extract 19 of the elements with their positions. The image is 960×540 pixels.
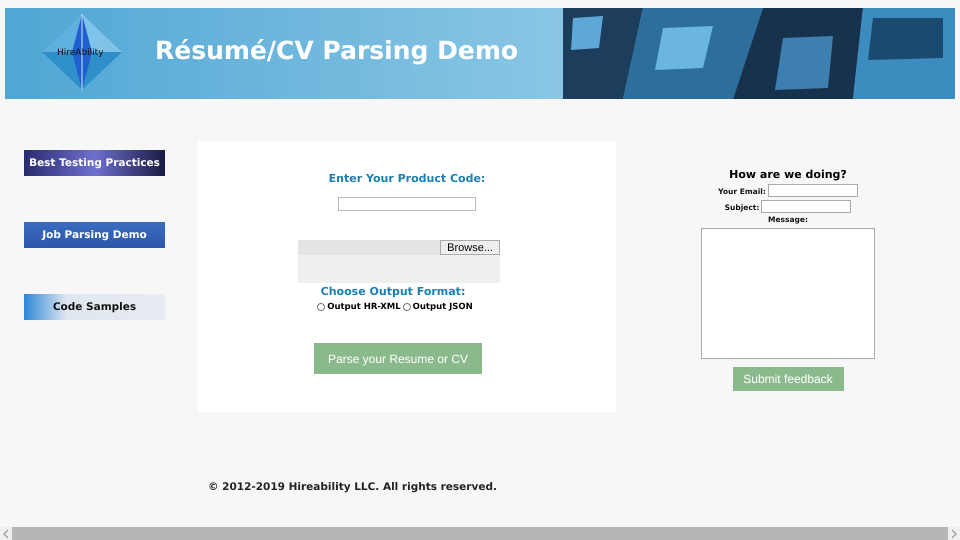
format-radio[interactable]: Output HR-XML	[317, 302, 401, 312]
page-title: Résumé/CV Parsing Demo	[155, 36, 518, 65]
scroll-right-icon[interactable]	[950, 528, 958, 538]
subject-field[interactable]	[761, 200, 852, 213]
scroll-left-icon[interactable]	[2, 528, 10, 538]
format-radio[interactable]: Output JSON	[402, 302, 473, 312]
email-field[interactable]	[768, 184, 858, 197]
sidebar-banner-link[interactable]: Best Testing Practices	[24, 150, 165, 176]
sidebar-banner-link[interactable]: Code Samples	[24, 294, 165, 320]
output-format-label: Choose Output Format:	[320, 285, 466, 298]
feedback-title: How are we doing?	[729, 168, 847, 181]
browse-button[interactable]: Browse...	[440, 240, 500, 255]
message-field[interactable]	[701, 228, 875, 359]
product-code-field[interactable]	[338, 197, 476, 211]
file-upload-field[interactable]: Browse...	[298, 240, 500, 283]
sidebar-banner-link[interactable]: Job Parsing Demo	[24, 222, 165, 248]
copyright-text: © 2012-2019 Hireability LLC. All rights reserved.	[208, 481, 497, 493]
logo-icon	[40, 12, 124, 92]
product-code-label: Enter Your Product Code:	[328, 172, 486, 185]
